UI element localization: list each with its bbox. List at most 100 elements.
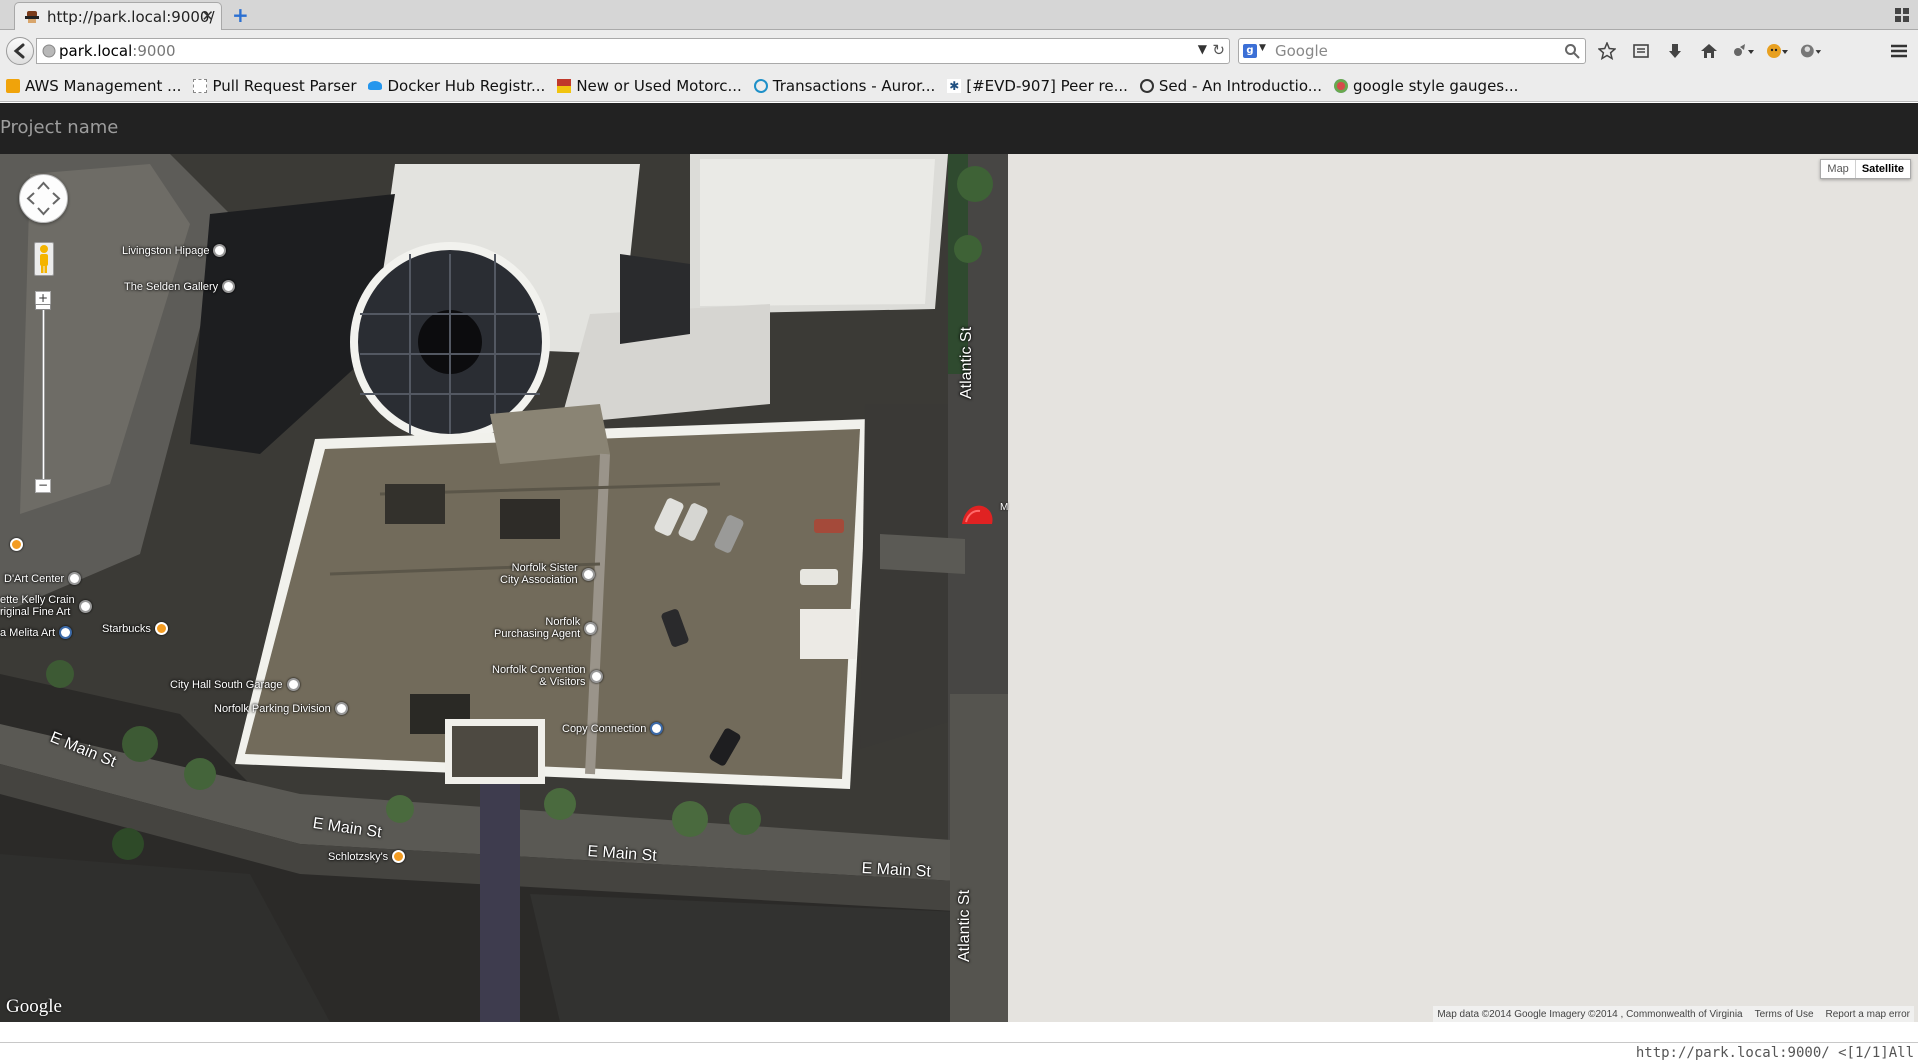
bookmarks-list-icon[interactable] [1630, 40, 1652, 62]
bookmark-transactions-aurora[interactable]: Transactions - Auror... [753, 76, 936, 95]
poi-kelly-crain[interactable]: ette Kelly Crain riginal Fine Art [0, 594, 92, 618]
poi-schlotzskys[interactable]: Schlotzsky's [328, 850, 406, 863]
bookmark-jira-evd-907[interactable]: ✱ [#EVD-907] Peer re... [947, 77, 1128, 95]
zoom-slider-thumb[interactable] [35, 304, 51, 310]
bookmark-sed-intro[interactable]: Sed - An Introductio... [1139, 76, 1323, 95]
map-type-control: Map Satellite [1820, 159, 1911, 179]
status-line: http://park.local:9000/ <[1/1]All [0, 1042, 1918, 1064]
home-icon[interactable] [1698, 40, 1720, 62]
street-view-pegman[interactable] [34, 242, 54, 276]
map-attribution: Map data ©2014 Google Imagery ©2014 , Co… [1433, 1006, 1914, 1022]
poi-label-group: ette Kelly Crain riginal Fine Art [0, 594, 75, 618]
restaurant-icon [10, 538, 23, 551]
profile-icon[interactable] [1800, 40, 1822, 62]
bookmark-motorcycle[interactable]: New or Used Motorc... [557, 77, 742, 95]
poi-label: D'Art Center [4, 572, 65, 585]
poi-label: Copy Connection [562, 722, 647, 735]
url-host: park.local [59, 42, 133, 60]
poi-dart-center[interactable]: D'Art Center [4, 572, 82, 585]
poi-label: Schlotzsky's [328, 850, 389, 863]
pegman-icon [40, 245, 48, 273]
app-navbar: Project name [0, 103, 1918, 154]
poi-pin-icon [581, 567, 595, 581]
zoom-in-button[interactable]: + [35, 291, 51, 305]
poi-melita-art[interactable]: a Melita Art [0, 626, 73, 639]
magnifier-icon[interactable] [1564, 43, 1580, 59]
government-building-icon [286, 678, 300, 691]
poi-starbucks[interactable]: Starbucks [102, 622, 168, 635]
toolbar-icons [1596, 40, 1822, 62]
zoom-slider-track[interactable] [42, 306, 45, 482]
poi-label: Norfolk Convention [492, 664, 586, 676]
poi-label: a Melita Art [0, 626, 56, 639]
search-engine-caret-icon[interactable]: ▼ [1259, 43, 1266, 53]
status-text: http://park.local:9000/ <[1/1]All [1635, 1045, 1914, 1061]
bookmark-google-gauges[interactable]: google style gauges... [1334, 77, 1518, 95]
poi-pin-icon [78, 599, 92, 613]
bookmark-label: AWS Management ... [25, 76, 182, 95]
poi-norfolk-parking-division[interactable]: Norfolk Parking Division [214, 702, 348, 715]
poi-restaurant-left[interactable] [10, 538, 23, 551]
bookmark-star-icon[interactable] [1596, 40, 1618, 62]
url-port: :9000 [132, 42, 176, 60]
hamburger-menu-icon[interactable] [1888, 40, 1910, 62]
poi-label: City Hall South Garage [170, 678, 283, 691]
bookmark-label: Sed - An Introductio... [1158, 76, 1323, 95]
poi-label-group: Norfolk Convention & Visitors [492, 664, 586, 688]
poi-label-group: Norfolk Purchasing Agent [494, 616, 580, 640]
tab-strip: http://park.local:9000/ ✕ + [0, 0, 1918, 30]
map-container[interactable]: + − Map Satellite Livingston Hipage The … [0, 154, 1918, 1022]
extension-icon[interactable] [1732, 40, 1754, 62]
pan-arrows-icon [26, 181, 61, 216]
brand-link[interactable]: Project name [0, 117, 118, 138]
map-type-map-button[interactable]: Map [1821, 160, 1854, 178]
map-type-satellite-button[interactable]: Satellite [1854, 160, 1910, 178]
poi-label: Purchasing Agent [494, 628, 581, 640]
page-icon [193, 78, 208, 93]
poi-selden-gallery[interactable]: The Selden Gallery [124, 280, 236, 293]
search-bar[interactable]: g ▼ Google [1238, 38, 1586, 64]
poi-city-hall-south-garage[interactable]: City Hall South Garage [170, 678, 300, 691]
poi-pin-icon [222, 280, 236, 293]
back-button[interactable] [6, 37, 34, 65]
report-map-error-link[interactable]: Report a map error [1826, 1009, 1910, 1020]
url-history-dropdown-icon[interactable]: ▼ [1198, 42, 1207, 56]
url-text: park.local:9000 [59, 42, 176, 60]
terms-of-use-link[interactable]: Terms of Use [1755, 1009, 1814, 1020]
tab-active[interactable]: http://park.local:9000/ ✕ [14, 2, 222, 30]
poi-livingston[interactable]: Livingston Hipage [122, 244, 227, 257]
navigation-toolbar: park.local:9000 ▼ ↻ g ▼ Google [0, 30, 1918, 70]
government-building-icon [334, 702, 348, 715]
poi-label: Norfolk [545, 616, 581, 628]
poi-label: ette Kelly Crain [0, 594, 75, 606]
poi-copy-connection[interactable]: Copy Connection [562, 722, 664, 735]
poi-pin-icon [213, 244, 227, 257]
attribution-text: Map data ©2014 Google Imagery ©2014 , Co… [1437, 1008, 1743, 1020]
search-engine-icon[interactable]: g [1243, 44, 1257, 58]
reload-icon[interactable]: ↻ [1212, 41, 1225, 59]
motorcycle-icon [557, 78, 572, 93]
poi-norfolk-sister-city[interactable]: Norfolk Sister City Association [500, 562, 595, 586]
poi-pin-icon [589, 669, 603, 683]
docker-icon [368, 81, 383, 90]
poi-label: Livingston Hipage [122, 244, 210, 257]
download-icon[interactable] [1664, 40, 1686, 62]
aurora-icon [753, 78, 768, 93]
close-tab-icon[interactable]: ✕ [201, 7, 214, 25]
bookmark-aws[interactable]: AWS Management ... [6, 77, 181, 95]
poi-label: The Selden Gallery [124, 280, 219, 293]
bookmark-docker-hub[interactable]: Docker Hub Registr... [368, 77, 545, 95]
tab-groups-icon[interactable] [1894, 7, 1910, 23]
restaurant-icon [392, 850, 406, 863]
zoom-out-button[interactable]: − [35, 479, 51, 493]
parking-marker-icon[interactable] [960, 502, 996, 530]
bookmark-pull-request-parser[interactable]: Pull Request Parser [193, 77, 356, 95]
new-tab-icon[interactable]: + [232, 4, 249, 26]
bookmark-label: Transactions - Auror... [772, 76, 936, 95]
poi-norfolk-purchasing[interactable]: Norfolk Purchasing Agent [494, 616, 598, 640]
url-bar[interactable]: park.local:9000 ▼ ↻ [36, 38, 1230, 64]
addon-face-icon[interactable] [1766, 40, 1788, 62]
poi-norfolk-convention[interactable]: Norfolk Convention & Visitors [492, 664, 603, 688]
google-logo[interactable]: Google [6, 996, 62, 1018]
pan-control[interactable] [19, 174, 68, 223]
